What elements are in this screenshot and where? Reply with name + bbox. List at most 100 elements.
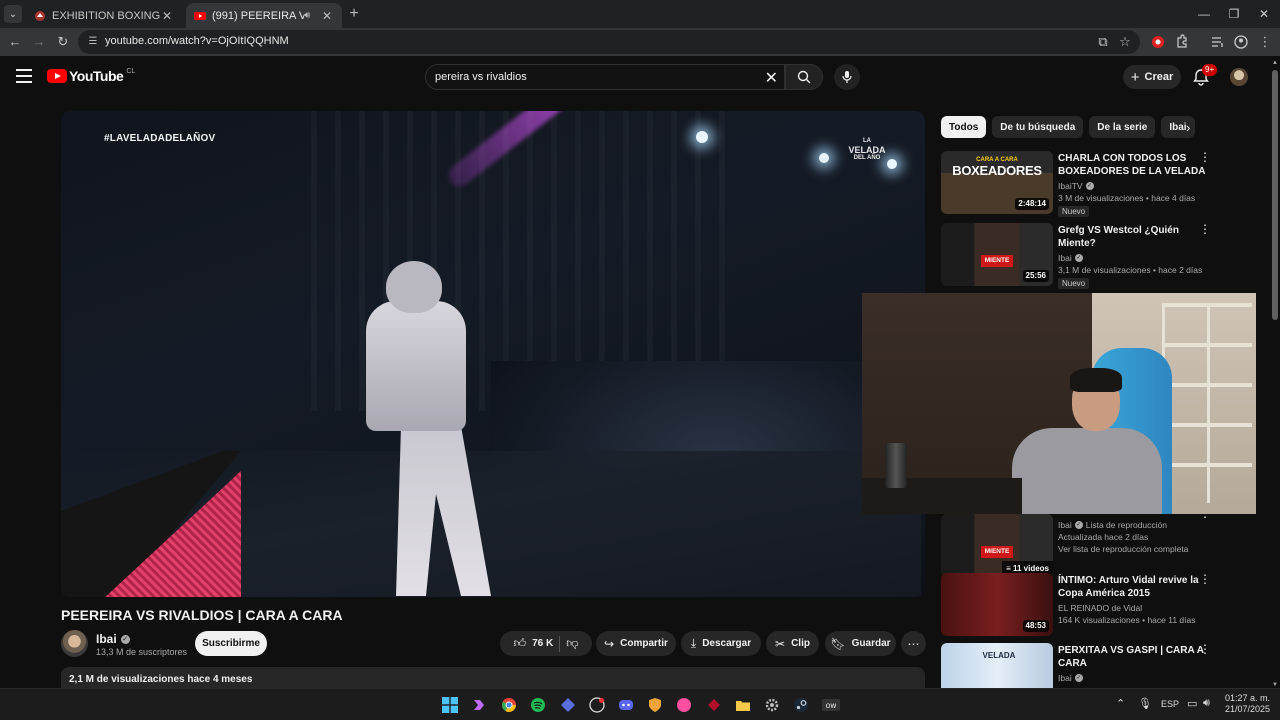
thumbs-up-icon[interactable]: 👍︎ xyxy=(514,636,527,651)
extensions-puzzle-icon[interactable] xyxy=(1174,34,1190,50)
playlist-thumbnail[interactable]: MIENTE ≡ 11 videos xyxy=(941,514,1053,577)
copilot-icon[interactable] xyxy=(471,697,487,713)
windows-start-icon[interactable] xyxy=(442,697,458,713)
tray-microphone-icon[interactable]: 🎙︎ xyxy=(1138,697,1152,710)
site-info-icon[interactable]: ☰ xyxy=(86,35,100,49)
video-thumbnail[interactable]: MIENTE 25:56 xyxy=(941,223,1053,286)
close-icon[interactable]: ✕ xyxy=(160,9,174,23)
video-title: PEEREIRA VS RIVALDIOS | CARA A CARA xyxy=(61,607,343,623)
description-box[interactable]: 2,1 M de visualizaciones hace 4 meses xyxy=(61,667,925,689)
rec-channel[interactable]: Ibai ✓ xyxy=(1058,253,1208,263)
extension-record-icon[interactable] xyxy=(1150,34,1166,50)
drink-can xyxy=(885,443,907,488)
tab-exhibition-boxing[interactable]: EXHIBITION BOXING (INTERNA ✕ xyxy=(26,3,182,28)
youtube-header: YouTube CL pereira vs rivaldios ✕ + Crea… xyxy=(0,56,1268,98)
recording-app-icon[interactable] xyxy=(589,697,605,713)
rec-title[interactable]: Grefg VS Westcol ¿Quién Miente? xyxy=(1058,224,1208,250)
speaker-icon[interactable]: 🔊︎ xyxy=(304,10,318,21)
clip-button[interactable]: ✂ Clip xyxy=(766,631,819,656)
bookmark-star-icon[interactable]: ☆ xyxy=(1116,33,1134,51)
chip-todos[interactable]: Todos xyxy=(941,116,987,138)
more-vertical-icon[interactable]: ⋮ xyxy=(1199,223,1211,235)
voice-search-button[interactable] xyxy=(834,64,860,90)
rec-channel[interactable]: Ibai ✓ Lista de reproducción xyxy=(1058,520,1208,530)
search-input[interactable]: pereira vs rivaldios ✕ xyxy=(425,64,785,90)
rec-title[interactable]: CHARLA CON TODOS LOS BOXEADORES DE LA VE… xyxy=(1058,152,1208,178)
address-bar[interactable]: ☰ youtube.com/watch?v=OjOItIQQHNM ⧉ ☆ xyxy=(78,30,1140,54)
chip-de-la-serie[interactable]: De la serie xyxy=(1089,116,1156,138)
recommendation-item[interactable]: MIENTE 25:56 Grefg VS Westcol ¿Quién Mie… xyxy=(941,223,1231,289)
ow-app-icon[interactable]: OW xyxy=(822,697,840,713)
reload-icon[interactable]: ↻ xyxy=(54,33,72,51)
close-icon[interactable]: ✕ xyxy=(320,9,334,23)
volume-icon[interactable]: 🔊︎ xyxy=(1203,697,1210,710)
share-button[interactable]: ↪ Compartir xyxy=(596,631,676,656)
rec-title[interactable]: PERXITAA VS GASPI | CARA A CARA xyxy=(1058,644,1208,670)
media-controls-icon[interactable] xyxy=(1210,34,1226,50)
tab-youtube-video[interactable]: (991) PEEREIRA VS RIVALDI 🔊︎ ✕ xyxy=(186,3,342,28)
video-thumbnail[interactable]: VELADA xyxy=(941,643,1053,688)
subscribe-button[interactable]: Suscribirme xyxy=(195,631,267,656)
account-avatar[interactable] xyxy=(1230,68,1248,86)
view-full-playlist-link[interactable]: Ver lista de reproducción completa xyxy=(1058,544,1208,554)
more-actions-button[interactable]: ⋯ xyxy=(901,631,926,656)
video-thumbnail[interactable]: CARA A CARA BOXEADORES 2:48:14 xyxy=(941,151,1053,214)
like-count[interactable]: 76 K xyxy=(532,638,553,649)
video-player[interactable]: #LAVELADADELAÑOV LA VELADA DEL AÑO xyxy=(61,111,925,597)
rec-channel[interactable]: IbaiTV ✓ xyxy=(1058,181,1208,191)
more-vertical-icon[interactable]: ⋮ xyxy=(1199,573,1211,585)
more-vertical-icon[interactable]: ⋮ xyxy=(1199,643,1211,655)
pink-app-icon[interactable] xyxy=(676,697,692,713)
download-button[interactable]: ⤓ Descargar xyxy=(681,631,761,656)
menu-hamburger-icon[interactable] xyxy=(16,69,32,83)
forward-icon[interactable]: → xyxy=(30,33,48,51)
video-duration: 25:56 xyxy=(1022,270,1049,282)
recommendation-item[interactable]: 48:53 ÍNTIMO: Arturo Vidal revive la Cop… xyxy=(941,573,1231,637)
tab-search-button[interactable]: ⌄ xyxy=(4,5,22,23)
keyboard-language[interactable]: ESP xyxy=(1161,699,1179,709)
channel-avatar[interactable] xyxy=(61,630,88,657)
notifications-badge: 9+ xyxy=(1202,64,1218,76)
steam-icon[interactable] xyxy=(793,697,809,713)
app-diamond-icon[interactable] xyxy=(560,697,576,713)
browser-toolbar: ← → ↻ ☰ youtube.com/watch?v=OjOItIQQHNM … xyxy=(0,28,1280,56)
profile-icon[interactable] xyxy=(1233,34,1249,50)
rec-title[interactable]: ÍNTIMO: Arturo Vidal revive la Copa Amér… xyxy=(1058,574,1208,600)
playlist-item[interactable]: MIENTE ≡ 11 videos Ibai ✓ Lista de reprodu… xyxy=(941,507,1231,577)
chevron-right-icon[interactable]: › xyxy=(1186,120,1190,135)
scrollbar-thumb[interactable] xyxy=(1272,70,1278,320)
rec-channel[interactable]: Ibai ✓ xyxy=(1058,673,1208,683)
youtube-logo[interactable]: YouTube CL xyxy=(47,68,135,84)
thumbs-down-icon[interactable]: 👎︎ xyxy=(566,636,578,651)
save-button[interactable]: 🔖︎ Guardar xyxy=(825,631,896,656)
page-scrollbar[interactable]: ▲ ▼ xyxy=(1270,60,1280,688)
spotify-icon[interactable] xyxy=(530,697,546,713)
rec-channel[interactable]: EL REINADO de Vidal xyxy=(1058,603,1208,613)
recommendation-item[interactable]: CARA A CARA BOXEADORES 2:48:14 CHARLA CO… xyxy=(941,151,1231,217)
recommendation-item[interactable]: VELADA PERXITAA VS GASPI | CARA A CARA I… xyxy=(941,643,1231,688)
file-explorer-icon[interactable] xyxy=(735,697,751,713)
chrome-icon[interactable] xyxy=(501,697,517,713)
red-app-icon[interactable] xyxy=(706,697,722,713)
install-app-icon[interactable]: ⧉ xyxy=(1094,33,1112,51)
settings-gear-icon[interactable] xyxy=(764,697,780,713)
close-window-button[interactable]: ✕ xyxy=(1246,4,1280,24)
network-icon[interactable]: ▭ xyxy=(1187,697,1197,710)
channel-name[interactable]: Ibai ✓ xyxy=(96,632,130,646)
tab-favicon-icon xyxy=(35,10,45,21)
tray-chevron-up-icon[interactable]: ⌃ xyxy=(1116,697,1125,710)
video-thumbnail[interactable]: 48:53 xyxy=(941,573,1053,636)
create-button[interactable]: + Crear xyxy=(1123,65,1181,89)
more-vertical-icon[interactable]: ⋮ xyxy=(1199,151,1211,163)
clear-search-icon[interactable]: ✕ xyxy=(765,68,778,88)
new-tab-button[interactable]: + xyxy=(346,5,362,23)
discord-icon[interactable] xyxy=(618,697,634,713)
chip-de-tu-busqueda[interactable]: De tu búsqueda xyxy=(992,116,1084,138)
browser-menu-icon[interactable]: ⋮ xyxy=(1256,33,1274,51)
shield-app-icon[interactable] xyxy=(647,697,663,713)
search-button[interactable] xyxy=(785,64,823,90)
view-count-date: 2,1 M de visualizaciones hace 4 meses xyxy=(69,674,253,685)
scroll-up-icon[interactable]: ▲ xyxy=(1272,60,1278,66)
clock[interactable]: 01:27 a. m. 21/07/2025 xyxy=(1224,693,1270,715)
back-icon[interactable]: ← xyxy=(6,33,24,51)
